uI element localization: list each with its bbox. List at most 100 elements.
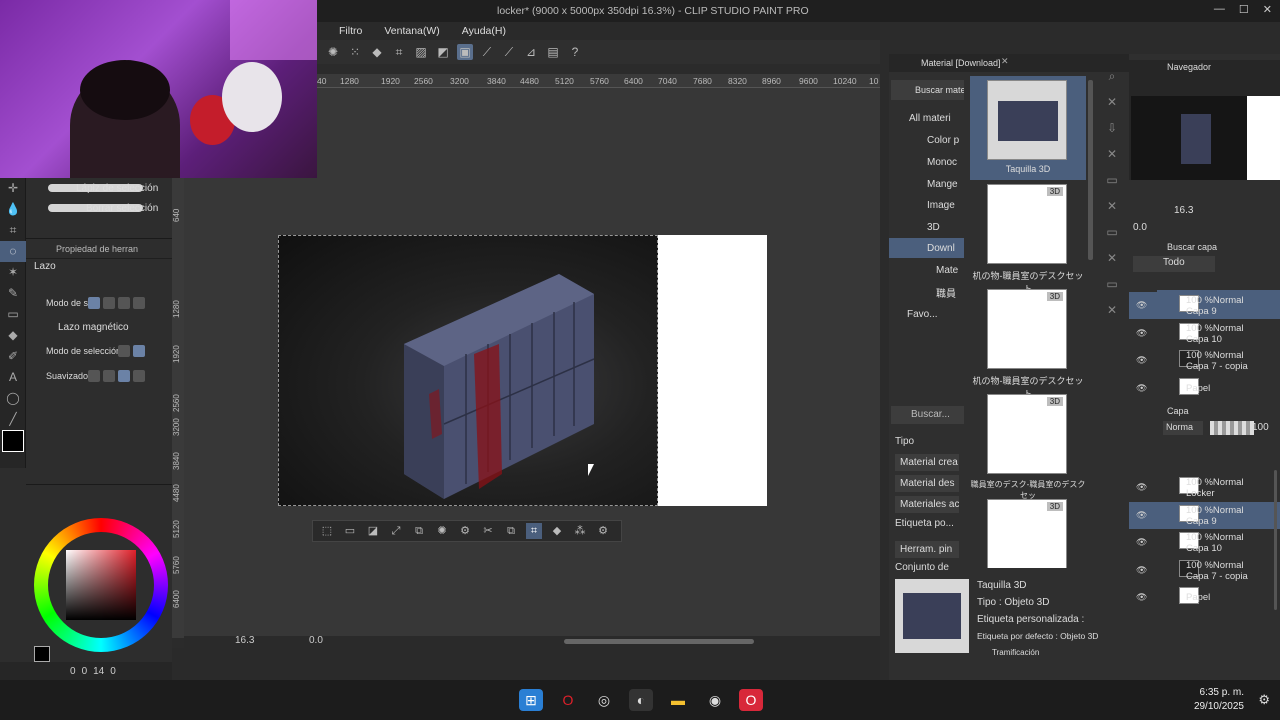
type-item[interactable]: Material des [895,475,959,492]
eye-icon[interactable]: 👁 [1136,510,1147,521]
layer-row[interactable]: 👁 Papel [1129,584,1280,611]
start-icon[interactable]: ⊞ [519,689,543,711]
balloon-icon[interactable]: ◯ [0,388,26,409]
subtool-item[interactable]: Borrar selección [26,198,172,218]
close-icon[interactable]: ✕ [1102,92,1122,112]
eye-icon[interactable]: 👁 [1136,300,1147,311]
tree-item-mono[interactable]: Monoc [889,152,964,172]
transform-icon[interactable]: ⌗ [391,44,407,60]
material-thumb[interactable]: 3D [987,184,1067,264]
opera-gx-icon[interactable]: O [739,689,763,711]
expand-icon[interactable]: ⤢ [388,523,404,539]
material-thumb[interactable]: 3D [987,394,1067,474]
lasso-icon[interactable]: ◌ [0,241,26,262]
opacity-slider[interactable] [1210,421,1254,435]
obs-icon[interactable]: ◉ [703,689,727,711]
navigator-zoom[interactable]: 16.3 [1174,205,1193,216]
main-color-small[interactable] [34,646,50,662]
eye-icon[interactable]: 👁 [1136,383,1147,394]
layer-row[interactable]: 👁 100 %Normal Capa 9 [1129,292,1280,319]
folder-icon[interactable]: ▭ [1102,222,1122,242]
tree-item-staff[interactable]: 職員 [889,282,964,302]
tree-item-download[interactable]: Downl [889,238,964,258]
tree-item-image[interactable]: Image [889,195,964,215]
layer-scrollbar[interactable] [1274,470,1277,610]
opacity-value[interactable]: 100 [1252,422,1269,433]
navigator-angle[interactable]: 0.0 [1133,222,1147,233]
tone-icon[interactable]: ⁂ [572,523,588,539]
shrink-icon[interactable]: ⧉ [411,523,427,539]
canvas-document[interactable] [278,235,767,506]
folder-icon[interactable]: ▭ [1102,274,1122,294]
eye-icon[interactable]: 👁 [1136,537,1147,548]
pen-icon[interactable]: ✐ [0,346,26,367]
perspective-icon[interactable]: ⟋ [501,44,517,60]
fill-icon[interactable]: ◆ [549,523,565,539]
layer-row[interactable]: 👁 100 %Normal Capa 7 - copia [1129,557,1280,584]
type-item[interactable]: Materiales ac [895,496,959,513]
import-icon[interactable]: ⇩ [1102,118,1122,138]
text-icon[interactable]: A [0,367,26,388]
layer-row[interactable]: 👁 100 %Normal Capa 10 [1129,529,1280,556]
app-icon[interactable]: ◎ [592,689,616,711]
layer-row[interactable]: 👁 100 %Normal Capa 7 - copia [1129,347,1280,374]
deselect-icon[interactable]: ⬚ [319,523,335,539]
dotted-select-icon[interactable]: ⁙ [347,44,363,60]
maximize-button[interactable]: ☐ [1239,3,1249,16]
close-icon[interactable]: ✕ [1102,144,1122,164]
select-clear-icon[interactable]: ▨ [413,44,429,60]
magic-icon[interactable]: ✺ [434,523,450,539]
dropper-icon[interactable]: 💧 [0,199,26,220]
eraser-icon[interactable]: ▭ [0,304,26,325]
type-item[interactable]: Conjunto de [895,562,963,573]
fill-icon[interactable]: ◆ [0,325,26,346]
stamp-icon[interactable]: ⚙ [457,523,473,539]
brush-icon[interactable]: ✎ [0,283,26,304]
eye-icon[interactable]: 👁 [1136,355,1147,366]
menu-filtro[interactable]: Filtro [339,25,362,37]
tree-item-material[interactable]: Mate [889,260,964,280]
line-icon[interactable]: ╱ [0,409,26,430]
mode-buttons[interactable] [88,297,145,309]
search-icon[interactable]: ⌕ [1102,66,1122,86]
help-icon[interactable]: ? [567,44,583,60]
copy-icon[interactable]: ⧉ [503,523,519,539]
invert-select-icon[interactable]: ◩ [435,44,451,60]
material-scrollbar[interactable] [1088,80,1093,260]
tree-item-all[interactable]: All materi [889,108,964,128]
material-thumb[interactable] [987,80,1067,160]
eye-icon[interactable]: 👁 [1136,328,1147,339]
eye-icon[interactable]: 👁 [1136,565,1147,576]
close-button[interactable]: ✕ [1263,3,1272,16]
horizontal-scrollbar[interactable] [564,639,754,644]
magic-wand-icon[interactable]: ✶ [0,262,26,283]
saturation-square[interactable] [66,550,136,620]
close-icon[interactable]: ✕ [1102,300,1122,320]
ruler-icon[interactable]: ⟋ [479,44,495,60]
layer-row[interactable]: 👁 100 %Normal Capa 10 [1129,320,1280,347]
menu-ayuda[interactable]: Ayuda(H) [462,25,506,37]
close-icon[interactable]: ✕ [1102,196,1122,216]
rotation-value[interactable]: 0.0 [309,635,323,646]
clip-studio-icon[interactable]: ◐ [629,689,653,711]
invert-icon[interactable]: ◪ [365,523,381,539]
operation-icon[interactable]: ⌗ [0,220,26,241]
layer-filter-select[interactable]: Todo [1133,256,1215,272]
layer-row[interactable]: 👁 100 %Normal Locker [1129,474,1280,501]
tree-item-favorites[interactable]: Favo... [889,304,964,324]
material-thumb[interactable]: 3D [987,289,1067,369]
layer-row[interactable]: 👁 100 %Normal Capa 9 [1129,501,1280,529]
navigator-preview[interactable] [1131,96,1247,180]
smoothing-buttons[interactable] [88,370,145,382]
type-item[interactable]: Herram. pin [895,541,959,558]
blend-mode-select[interactable]: Norma [1163,421,1203,435]
crop-icon[interactable]: ⌗ [526,523,542,539]
magnetic-lasso-label[interactable]: Lazo magnético [58,322,129,333]
clock[interactable]: 6:35 p. m. 29/10/2025 [1194,686,1244,714]
layer-row[interactable]: 👁 Papel [1129,375,1280,402]
main-color-swatch[interactable] [2,430,24,452]
type-item[interactable]: Etiqueta po... [895,518,963,529]
close-icon[interactable]: ✕ [1102,248,1122,268]
eye-icon[interactable]: 👁 [1136,482,1147,493]
minimize-button[interactable]: — [1214,3,1225,16]
